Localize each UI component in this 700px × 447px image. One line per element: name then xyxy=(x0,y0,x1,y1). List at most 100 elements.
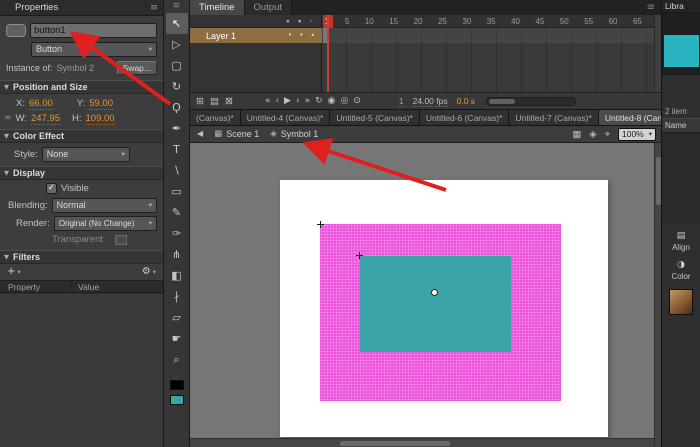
library-panel-header[interactable]: Libra xyxy=(662,0,700,13)
constrain-link-icon[interactable]: ∞ xyxy=(4,114,12,123)
layer-name[interactable]: Layer 1 xyxy=(206,31,236,41)
stage-vertical-scrollbar[interactable] xyxy=(654,143,661,447)
library-item-list[interactable] xyxy=(662,133,700,223)
inner-teal-rectangle[interactable] xyxy=(360,256,511,352)
layer-row-layer1[interactable]: Layer 1 • • ▪ xyxy=(190,28,322,43)
scrollbar-thumb[interactable] xyxy=(489,99,515,104)
timeline-horizontal-scrollbar[interactable] xyxy=(486,97,576,106)
step-forward-button[interactable]: › xyxy=(296,96,300,106)
new-layer-button[interactable]: ⊞ xyxy=(196,96,204,107)
doc-tab[interactable]: (Canvas)* xyxy=(190,110,241,125)
show-hide-all-layers-icon[interactable]: ● xyxy=(286,18,290,25)
edit-scene-icon[interactable]: ▦ xyxy=(572,129,581,140)
stage-canvas[interactable] xyxy=(280,180,608,437)
lock-all-layers-icon[interactable]: ● xyxy=(298,18,302,25)
h-value[interactable]: 109.00 xyxy=(86,113,115,125)
doc-tab[interactable]: Untitled-6 (Canvas)* xyxy=(420,110,510,125)
delete-layer-button[interactable]: ⊠ xyxy=(225,96,233,107)
playhead[interactable] xyxy=(327,15,329,92)
eyedropper-tool-icon[interactable]: ∤ xyxy=(166,286,188,307)
frame-number: 20 xyxy=(414,17,423,26)
stage-horizontal-scrollbar[interactable] xyxy=(190,438,654,447)
blending-dropdown[interactable]: Normal ▾ xyxy=(52,198,157,213)
current-frame-value[interactable]: 1 xyxy=(399,96,404,107)
section-filters[interactable]: ▼ Filters xyxy=(0,250,163,264)
elapsed-time-value[interactable]: 0.0 s xyxy=(457,96,475,106)
lasso-tool-icon[interactable]: Ϙ xyxy=(166,97,188,118)
doc-tab[interactable]: Untitled-4 (Canvas)* xyxy=(241,110,331,125)
eraser-tool-icon[interactable]: ▱ xyxy=(166,307,188,328)
rectangle-tool-icon[interactable]: ▭ xyxy=(166,181,188,202)
layer-show-dot[interactable]: • xyxy=(289,32,291,39)
frame-number: 30 xyxy=(462,17,471,26)
bone-tool-icon[interactable]: ⋔ xyxy=(166,244,188,265)
stroke-color-swatch[interactable] xyxy=(170,380,184,390)
brush-tool-icon[interactable]: ✑ xyxy=(166,223,188,244)
scrollbar-thumb[interactable] xyxy=(340,441,450,446)
timeline-vertical-scrollbar[interactable] xyxy=(654,15,661,92)
text-tool-icon[interactable]: T xyxy=(166,139,188,160)
edit-multiple-frames-button[interactable]: ⊙ xyxy=(353,96,361,106)
fill-color-swatch[interactable] xyxy=(170,395,184,405)
onion-skin-button[interactable]: ◉ xyxy=(328,96,336,106)
stage-pasteboard[interactable] xyxy=(190,143,661,447)
breadcrumb-symbol[interactable]: ◈ Symbol 1 xyxy=(270,129,318,139)
selection-tool-icon[interactable]: ↖ xyxy=(166,13,188,34)
visible-checkbox[interactable]: ✓ xyxy=(46,183,57,194)
w-value[interactable]: 247.95 xyxy=(31,113,60,125)
zoom-tool-icon[interactable]: ⌕ xyxy=(166,349,188,370)
filter-options-gear-icon[interactable]: ⚙ xyxy=(142,267,151,277)
paint-bucket-tool-icon[interactable]: ◧ xyxy=(166,265,188,286)
breadcrumb-scene[interactable]: ▦ Scene 1 xyxy=(214,129,259,139)
panel-menu-icon[interactable]: ≡ xyxy=(647,3,655,13)
line-tool-icon[interactable]: ∖ xyxy=(166,160,188,181)
layer-outline-square[interactable]: ▪ xyxy=(312,32,314,39)
timeline-ruler[interactable]: 15101520253035404550556065 xyxy=(322,15,654,28)
new-folder-button[interactable]: ▤ xyxy=(210,96,219,107)
frame-rate-value[interactable]: 24.00 fps xyxy=(413,96,448,107)
section-color-effect[interactable]: ▼ Color Effect xyxy=(0,129,163,143)
tab-timeline[interactable]: Timeline xyxy=(190,0,245,15)
library-symbol-preview[interactable] xyxy=(664,35,699,67)
pencil-tool-icon[interactable]: ✎ xyxy=(166,202,188,223)
pen-tool-icon[interactable]: ✒ xyxy=(166,118,188,139)
render-dropdown[interactable]: Original (No Change) ▾ xyxy=(54,216,157,231)
section-position-and-size[interactable]: ▼ Position and Size xyxy=(0,80,163,94)
onion-skin-outlines-button[interactable]: ◎ xyxy=(341,96,349,106)
tools-panel-menu-icon[interactable]: ≡ xyxy=(173,0,181,13)
symbol-type-dropdown[interactable]: Button ▾ xyxy=(31,42,157,57)
3d-rotation-tool-icon[interactable]: ↻ xyxy=(166,76,188,97)
style-dropdown[interactable]: None ▾ xyxy=(42,147,130,162)
library-name-column-header[interactable]: Name xyxy=(662,118,700,133)
loop-button[interactable]: ↻ xyxy=(315,96,323,106)
layer-lock-dot[interactable]: • xyxy=(300,32,302,39)
play-button[interactable]: ▶ xyxy=(284,96,291,106)
dock-panel-thumbnail[interactable] xyxy=(669,289,693,315)
go-to-first-frame-button[interactable]: « xyxy=(265,96,271,106)
outline-all-layers-icon[interactable]: ▫ xyxy=(310,18,312,25)
tab-output[interactable]: Output xyxy=(245,0,293,15)
zoom-level-dropdown[interactable]: 100% ▾ xyxy=(618,128,656,141)
doc-tab[interactable]: Untitled-5 (Canvas)* xyxy=(330,110,420,125)
edit-symbols-icon[interactable]: ◈ xyxy=(589,129,596,140)
add-filter-button[interactable]: + xyxy=(7,267,15,277)
center-frame-icon[interactable]: ⌖ xyxy=(605,129,610,140)
hand-tool-icon[interactable]: ☛ xyxy=(166,328,188,349)
layer1-frame-row[interactable] xyxy=(322,28,654,43)
swap-button[interactable]: Swap... xyxy=(117,61,157,75)
free-transform-tool-icon[interactable]: ▢ xyxy=(166,55,188,76)
color-panel-button[interactable]: ◑ Color xyxy=(662,261,700,281)
instance-name-input[interactable] xyxy=(30,23,157,38)
transformation-point[interactable] xyxy=(431,289,438,296)
doc-tab[interactable]: Untitled-7 (Canvas)* xyxy=(509,110,599,125)
panel-menu-icon[interactable]: ≡ xyxy=(150,3,158,13)
go-to-last-frame-button[interactable]: » xyxy=(305,96,311,106)
x-value[interactable]: 66.00 xyxy=(29,98,53,110)
properties-panel-header[interactable]: Properties ≡ xyxy=(0,0,163,16)
y-value[interactable]: 59.00 xyxy=(89,98,113,110)
back-arrow-icon[interactable]: ◀ xyxy=(197,130,203,138)
subselection-tool-icon[interactable]: ▷ xyxy=(166,34,188,55)
section-display[interactable]: ▼ Display xyxy=(0,166,163,180)
align-panel-button[interactable]: ▤ Align xyxy=(662,232,700,252)
step-back-button[interactable]: ‹ xyxy=(275,96,279,106)
